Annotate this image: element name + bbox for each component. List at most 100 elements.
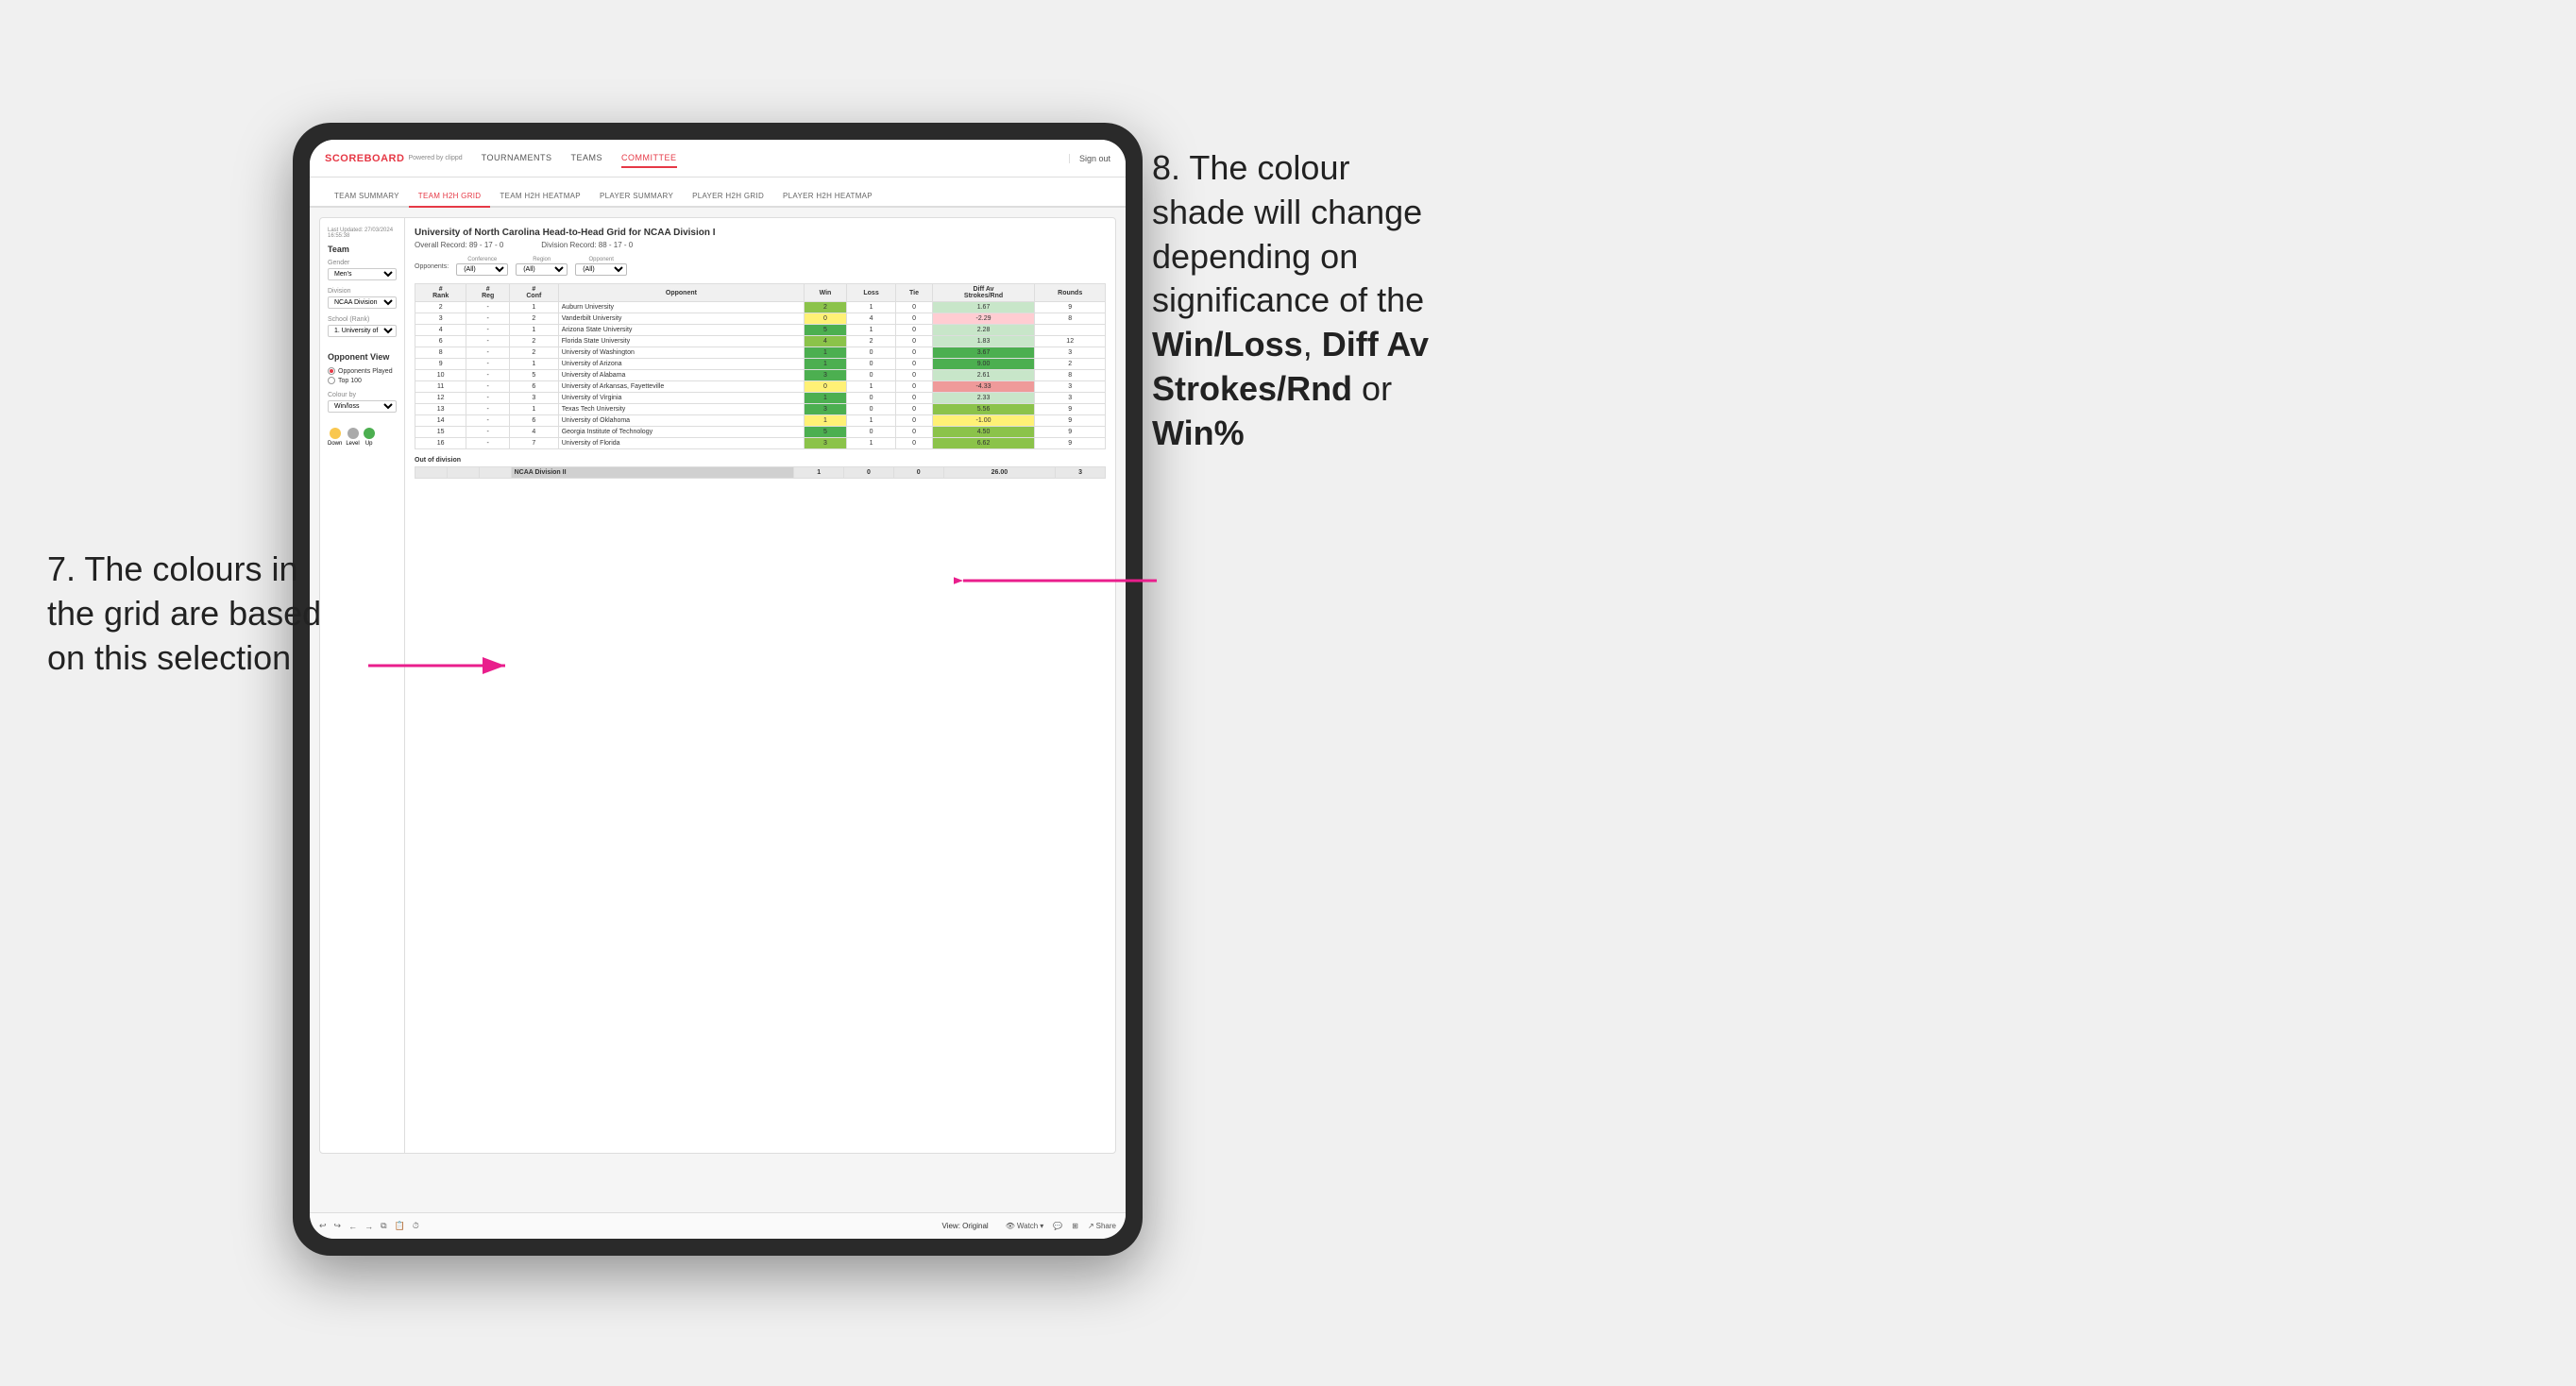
opponent-view-title: Opponent View [328, 352, 397, 362]
app-navbar: SCOREBOARD Powered by clippd TOURNAMENTS… [310, 140, 1126, 177]
conference-filter-label: Conference [456, 257, 508, 262]
back-icon[interactable]: ← [348, 1222, 357, 1231]
colour-by-label: Colour by [328, 392, 397, 398]
col-opponent: Opponent [558, 284, 804, 302]
school-label: School (Rank) [328, 316, 397, 323]
opponents-filter-label: Opponents: [415, 263, 449, 270]
timestamp: Last Updated: 27/03/2024 16:55:38 [328, 228, 397, 239]
report-title: University of North Carolina Head-to-Hea… [415, 228, 1106, 238]
sub-nav: TEAM SUMMARY TEAM H2H GRID TEAM H2H HEAT… [310, 177, 1126, 208]
table-row: 15-4Georgia Institute of Technology5004.… [415, 427, 1106, 438]
table-row: 9-1University of Arizona1009.002 [415, 359, 1106, 370]
tab-team-h2h-heatmap[interactable]: TEAM H2H HEATMAP [490, 186, 590, 206]
out-of-division-row: NCAA Division II 1 0 0 26.00 3 [415, 467, 1106, 479]
forward-icon[interactable]: → [364, 1222, 373, 1231]
radio-group-opponent-view: Opponents Played Top 100 [328, 367, 397, 384]
annotation-win-loss: Win/Loss [1152, 325, 1303, 363]
legend-level-circle [347, 428, 359, 439]
radio-opponents-played-dot [328, 367, 335, 375]
redo-icon[interactable]: ↪ [334, 1221, 342, 1231]
legend-level: Level [346, 428, 359, 447]
col-rank: #Rank [415, 284, 466, 302]
nav-links: TOURNAMENTS TEAMS COMMITTEE [482, 149, 1069, 168]
table-row: 10-5University of Alabama3002.618 [415, 370, 1106, 381]
radio-opponents-played[interactable]: Opponents Played [328, 367, 397, 375]
app-logo: SCOREBOARD [325, 153, 404, 164]
legend-down-circle [330, 428, 341, 439]
legend-down: Down [328, 428, 342, 447]
table-row: 13-1Texas Tech University3005.569 [415, 404, 1106, 415]
table-row: 4-1Arizona State University5102.28 [415, 325, 1106, 336]
legend: Down Level Up [328, 428, 397, 447]
tab-team-h2h-grid[interactable]: TEAM H2H GRID [409, 186, 491, 208]
conference-filter-select[interactable]: (All) [456, 263, 508, 276]
ood-rounds: 3 [1056, 467, 1106, 479]
radio-top100[interactable]: Top 100 [328, 377, 397, 384]
region-filter-select[interactable]: (All) [516, 263, 568, 276]
division-record-label: Division Record: 88 - 17 - 0 [541, 241, 633, 249]
overall-record-label: Overall Record: 89 - 17 - 0 [415, 241, 503, 249]
col-rounds: Rounds [1035, 284, 1106, 302]
col-conf: #Conf [509, 284, 558, 302]
radio-top100-dot [328, 377, 335, 384]
school-select[interactable]: 1. University of Nort... [328, 325, 397, 337]
tab-player-summary[interactable]: PLAYER SUMMARY [590, 186, 683, 206]
right-content: University of North Carolina Head-to-Hea… [405, 218, 1115, 1153]
colour-by-select[interactable]: Win/loss [328, 400, 397, 413]
nav-committee[interactable]: COMMITTEE [621, 149, 677, 168]
paste-icon[interactable]: 📋 [395, 1221, 405, 1231]
timer-icon[interactable]: ⏱ [413, 1221, 419, 1231]
app-logo-sub: Powered by clippd [408, 155, 462, 161]
ood-diff: 26.00 [943, 467, 1056, 479]
main-content: Last Updated: 27/03/2024 16:55:38 Team G… [310, 208, 1126, 1212]
sign-out-button[interactable]: Sign out [1069, 154, 1110, 163]
col-win: Win [805, 284, 847, 302]
annotation-win-pct: Win% [1152, 414, 1245, 452]
toolbar-view: View: Original [942, 1222, 989, 1230]
table-row: 8-2University of Washington1003.673 [415, 347, 1106, 359]
out-of-division-label: Out of division [415, 457, 1106, 464]
table-row: 3-2Vanderbilt University040-2.298 [415, 313, 1106, 325]
nav-teams[interactable]: TEAMS [571, 149, 603, 168]
ood-tie: 0 [893, 467, 943, 479]
table-row: 16-7University of Florida3106.629 [415, 438, 1106, 449]
filter-row: Opponents: Conference (All) Region (All) [415, 257, 1106, 276]
table-row: 14-6University of Oklahoma110-1.009 [415, 415, 1106, 427]
gender-select[interactable]: Men's [328, 268, 397, 280]
nav-tournaments[interactable]: TOURNAMENTS [482, 149, 552, 168]
view-label: View: Original [942, 1222, 989, 1230]
col-tie: Tie [896, 284, 932, 302]
bottom-toolbar: ↩ ↪ ← → ⧉ 📋 ⏱ View: Original 👁 Watch ▾ 💬… [310, 1212, 1126, 1239]
out-of-division-table: NCAA Division II 1 0 0 26.00 3 [415, 466, 1106, 479]
annotation-left-number: 7. [47, 549, 76, 588]
share-button[interactable]: ↗ Share [1088, 1222, 1116, 1230]
table-row: 2-1Auburn University2101.679 [415, 302, 1106, 313]
table-row: 11-6University of Arkansas, Fayetteville… [415, 381, 1106, 393]
undo-icon[interactable]: ↩ [319, 1221, 327, 1231]
tab-player-h2h-grid[interactable]: PLAYER H2H GRID [683, 186, 773, 206]
present-button[interactable]: ⊞ [1072, 1222, 1078, 1230]
copy-icon[interactable]: ⧉ [381, 1221, 386, 1231]
comment-button[interactable]: 💬 [1053, 1222, 1062, 1230]
tab-team-summary[interactable]: TEAM SUMMARY [325, 186, 409, 206]
opponent-filter-select[interactable]: (All) [575, 263, 627, 276]
opponent-filter-label: Opponent [575, 257, 627, 262]
table-row: 6-2Florida State University4201.8312 [415, 336, 1106, 347]
conference-filter-group: Conference (All) [456, 257, 508, 276]
region-filter-label: Region [516, 257, 568, 262]
annotation-right: 8. The colour shade will change dependin… [1152, 146, 1429, 456]
tab-player-h2h-heatmap[interactable]: PLAYER H2H HEATMAP [773, 186, 882, 206]
watch-button[interactable]: 👁 Watch ▾ [1006, 1222, 1044, 1230]
ood-win: 1 [794, 467, 844, 479]
opponent-filter-group: Opponent (All) [575, 257, 627, 276]
report-subtitle: Overall Record: 89 - 17 - 0 Division Rec… [415, 241, 1106, 249]
ood-loss: 0 [844, 467, 894, 479]
tablet-frame: SCOREBOARD Powered by clippd TOURNAMENTS… [293, 123, 1143, 1256]
tablet-screen: SCOREBOARD Powered by clippd TOURNAMENTS… [310, 140, 1126, 1239]
team-section-title: Team [328, 245, 397, 254]
annotation-left: 7. The colours inthe grid are basedon th… [47, 548, 321, 680]
ood-conf [479, 467, 511, 479]
h2h-grid-table: #Rank #Reg #Conf Opponent Win Loss Tie D… [415, 283, 1106, 449]
division-select[interactable]: NCAA Division I [328, 296, 397, 309]
annotation-left-text: The colours inthe grid are basedon this … [47, 549, 321, 677]
